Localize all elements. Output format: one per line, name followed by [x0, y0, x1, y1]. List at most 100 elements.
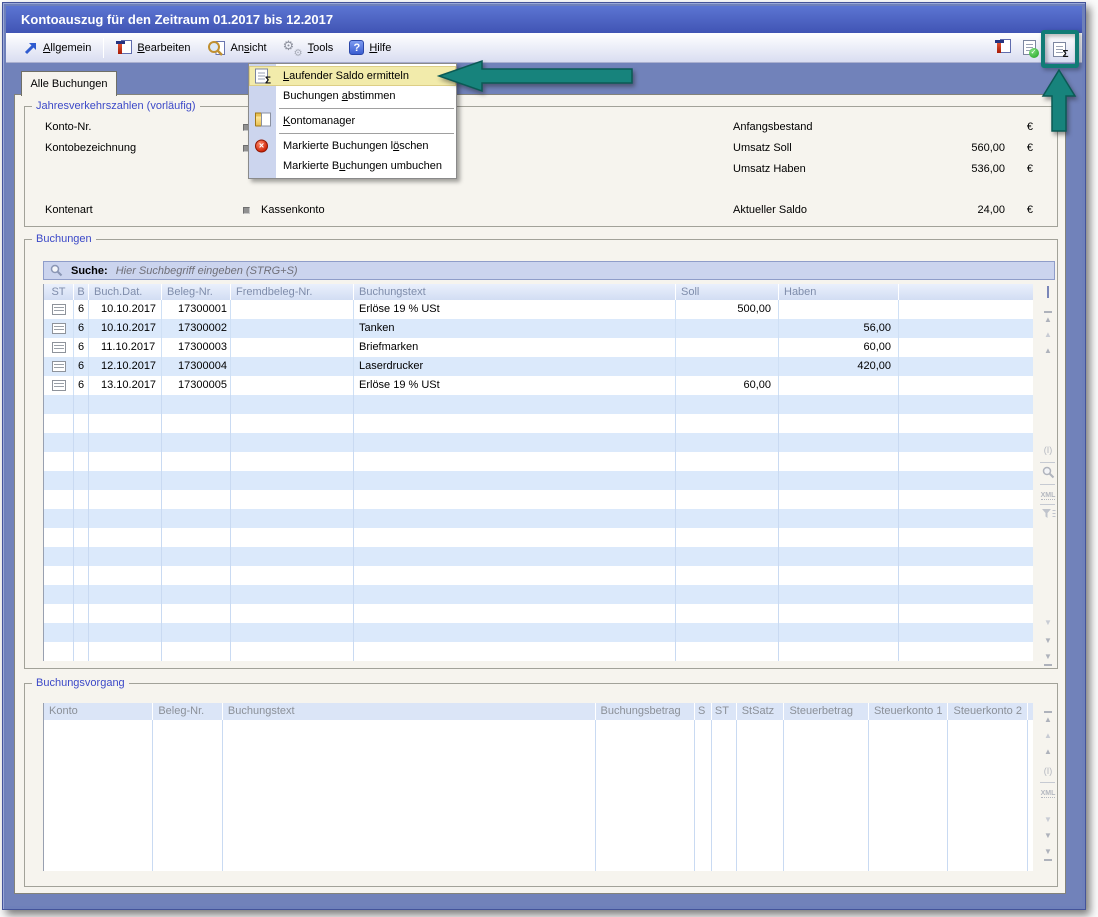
- edit-icon: [116, 40, 132, 56]
- window-title: Kontoauszug für den Zeitraum 01.2017 bis…: [21, 12, 333, 27]
- titlebar: Kontoauszug für den Zeitraum 01.2017 bis…: [6, 6, 1082, 33]
- column-picker-icon[interactable]: [1037, 286, 1059, 300]
- bullet-icon: [243, 207, 250, 214]
- parentheses-icon[interactable]: (I): [1037, 444, 1059, 458]
- menuitem-laufender-saldo-ermitteln[interactable]: Σ Laufender Saldo ermitteln: [249, 66, 456, 86]
- filter-icon[interactable]: [1037, 508, 1059, 522]
- empty-rows-area: [44, 395, 1033, 661]
- menuitem-kontomanager[interactable]: Kontomanager: [249, 111, 456, 131]
- tab-alle-buchungen[interactable]: Alle Buchungen: [21, 71, 117, 96]
- header-buchdat[interactable]: Buch.Dat.: [89, 284, 162, 300]
- menu-allgemein-label: Allgemein: [43, 42, 91, 54]
- group-buchungsvorgang: Buchungsvorgang Konto Beleg-Nr. Buchungs…: [24, 683, 1058, 887]
- header-soll[interactable]: Soll: [676, 284, 779, 300]
- record-icon: [52, 361, 66, 372]
- header-st[interactable]: ST: [712, 703, 737, 720]
- scroll-down-icon[interactable]: ▼: [1037, 813, 1059, 827]
- annotation-arrow-up: [1039, 67, 1079, 135]
- tools-dropdown-menu: Σ Laufender Saldo ermitteln Buchungen ab…: [248, 63, 457, 179]
- document-check-icon: ✓: [1023, 40, 1036, 55]
- currency-symbol: €: [1005, 204, 1033, 216]
- menuitem-markierte-buchungen-umbuchen[interactable]: Markierte Buchungen umbuchen: [249, 156, 456, 176]
- tab-page: Jahresverkehrszahlen (vorläufig) Konto-N…: [14, 94, 1066, 894]
- field-aktueller-saldo: Aktueller Saldo 24,00 €: [733, 202, 1033, 218]
- buchungsvorgang-table-tools: ▲ ▲ ▲ (I) XML ▼ ▼ ▼: [1037, 703, 1059, 873]
- menu-tools-label: Tools: [308, 42, 334, 54]
- record-icon: [52, 380, 66, 391]
- buchungen-row[interactable]: 6 13.10.2017 17300005 Erlöse 19 % USt 60…: [44, 376, 1033, 395]
- header-st[interactable]: ST: [44, 284, 74, 300]
- table-search-icon[interactable]: [1037, 466, 1059, 480]
- menu-bearbeiten-label: Bearbeiten: [137, 42, 190, 54]
- scroll-to-top-icon[interactable]: ▲: [1037, 711, 1059, 725]
- parentheses-icon[interactable]: (I): [1037, 765, 1059, 779]
- search-icon: [50, 264, 63, 277]
- empty-rows-area: [44, 720, 1033, 871]
- header-s[interactable]: S: [695, 703, 712, 720]
- menu-bearbeiten[interactable]: Bearbeiten: [108, 37, 198, 59]
- buchungen-row[interactable]: 6 12.10.2017 17300004 Laserdrucker 420,0…: [44, 357, 1033, 376]
- toolbar-edit-button[interactable]: [993, 37, 1013, 57]
- document-sum-icon: Σ: [255, 69, 268, 84]
- scroll-up-icon[interactable]: ▲: [1037, 729, 1059, 743]
- scroll-down-page-icon[interactable]: ▼: [1037, 829, 1059, 843]
- annotation-arrow-left: [436, 58, 636, 94]
- buchungen-row[interactable]: 6 10.10.2017 17300002 Tanken 56,00: [44, 319, 1033, 338]
- buchungen-table: ST B Buch.Dat. Beleg-Nr. Fremdbeleg-Nr. …: [43, 284, 1033, 661]
- header-stsatz[interactable]: StSatz: [737, 703, 785, 720]
- content-area: Alle Buchungen Jahresverkehrszahlen (vor…: [6, 63, 1082, 906]
- header-steuerkonto-2[interactable]: Steuerkonto 2: [948, 703, 1028, 720]
- header-b[interactable]: B: [74, 284, 89, 300]
- group-title: Jahresverkehrszahlen (vorläufig): [32, 99, 200, 113]
- menu-tools[interactable]: ⚙⚙ Tools: [275, 37, 342, 59]
- scroll-to-top-icon[interactable]: ▲: [1037, 311, 1059, 325]
- scroll-down-page-icon[interactable]: ▼: [1037, 634, 1059, 648]
- help-icon: ?: [349, 40, 364, 55]
- xml-export-icon[interactable]: XML: [1037, 786, 1059, 800]
- menu-separator: [279, 133, 454, 134]
- screen: Kontoauszug für den Zeitraum 01.2017 bis…: [0, 0, 1098, 917]
- search-bar[interactable]: Suche: Hier Suchbegriff eingeben (STRG+S…: [43, 261, 1055, 280]
- group-buchungen: Buchungen Suche: Hier Suchbegriff eingeb…: [24, 239, 1058, 669]
- scroll-up-icon[interactable]: ▲: [1037, 328, 1059, 342]
- gears-icon: ⚙⚙: [283, 40, 303, 56]
- field-anfangsbestand: Anfangsbestand €: [733, 119, 1033, 135]
- scroll-up-page-icon[interactable]: ▲: [1037, 745, 1059, 759]
- header-buchungstext[interactable]: Buchungstext: [223, 703, 596, 720]
- menuitem-markierte-buchungen-loeschen[interactable]: × Markierte Buchungen löschen: [249, 136, 456, 156]
- buchungsvorgang-table: Konto Beleg-Nr. Buchungstext Buchungsbet…: [43, 703, 1033, 871]
- header-fremdbelegnr[interactable]: Fremdbeleg-Nr.: [231, 284, 354, 300]
- scroll-to-bottom-icon[interactable]: ▼: [1037, 650, 1059, 664]
- toolbar-document-check-button[interactable]: ✓: [1019, 37, 1039, 57]
- scroll-down-icon[interactable]: ▼: [1037, 616, 1059, 630]
- menu-allgemein[interactable]: Allgemein: [16, 38, 99, 58]
- xml-export-icon[interactable]: XML: [1037, 488, 1059, 502]
- scroll-to-bottom-icon[interactable]: ▼: [1037, 845, 1059, 859]
- menu-hilfe[interactable]: ? Hilfe: [341, 37, 399, 58]
- menu-ansicht-label: Ansicht: [231, 42, 267, 54]
- currency-symbol: €: [1005, 142, 1033, 154]
- header-steuerbetrag[interactable]: Steuerbetrag: [784, 703, 869, 720]
- menu-ansicht[interactable]: Ansicht: [199, 37, 275, 59]
- currency-symbol: €: [1005, 163, 1033, 175]
- scroll-up-page-icon[interactable]: ▲: [1037, 344, 1059, 358]
- header-konto[interactable]: Konto: [44, 703, 153, 720]
- search-placeholder: Hier Suchbegriff eingeben (STRG+S): [116, 265, 298, 277]
- field-umsatz-haben: Umsatz Haben 536,00 €: [733, 161, 1033, 177]
- buchungen-row[interactable]: 6 11.10.2017 17300003 Briefmarken 60,00: [44, 338, 1033, 357]
- header-buchungsbetrag[interactable]: Buchungsbetrag: [596, 703, 695, 720]
- header-buchungstext[interactable]: Buchungstext: [354, 284, 676, 300]
- header-belegnr[interactable]: Beleg-Nr.: [162, 284, 231, 300]
- record-icon: [52, 304, 66, 315]
- menuitem-buchungen-abstimmen[interactable]: Buchungen abstimmen: [249, 86, 456, 106]
- group-title: Buchungen: [32, 232, 96, 246]
- header-belegnr[interactable]: Beleg-Nr.: [153, 703, 223, 720]
- buchungen-row[interactable]: 6 10.10.2017 17300001 Erlöse 19 % USt 50…: [44, 300, 1033, 319]
- header-spacer: [1028, 703, 1033, 720]
- buchungsvorgang-table-header: Konto Beleg-Nr. Buchungstext Buchungsbet…: [44, 703, 1033, 720]
- field-kontenart: Kontenart Kassenkonto: [45, 202, 325, 218]
- header-haben[interactable]: Haben: [779, 284, 899, 300]
- app-window: Kontoauszug für den Zeitraum 01.2017 bis…: [2, 2, 1086, 910]
- header-steuerkonto-1[interactable]: Steuerkonto 1: [869, 703, 949, 720]
- buchungen-table-tools: ▲ ▲ ▲ (I) XML ▼ ▼ ▼: [1037, 284, 1059, 664]
